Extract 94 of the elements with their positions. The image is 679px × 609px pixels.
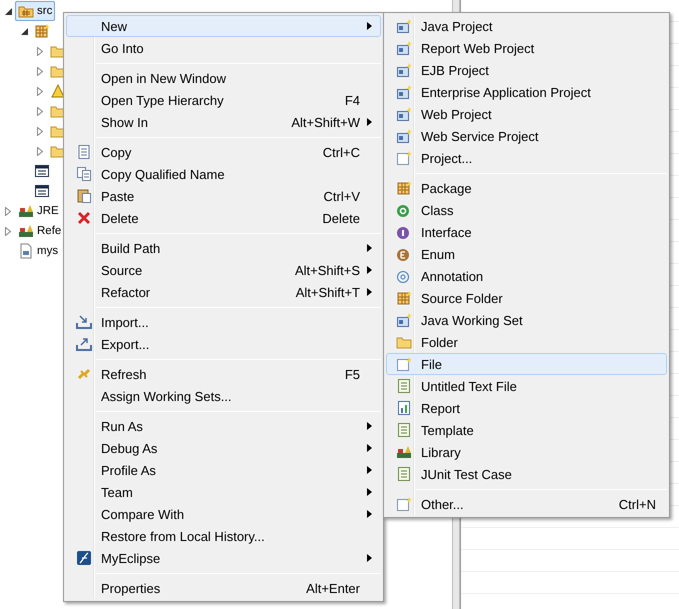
file-icon — [18, 243, 34, 259]
class-icon — [396, 202, 412, 218]
menu-item[interactable]: Annotation — [386, 265, 667, 287]
expanded-arrow-icon[interactable] — [20, 28, 28, 34]
refresh-icon — [76, 366, 92, 382]
table-icon — [34, 183, 50, 199]
menu-item[interactable]: Other... Ctrl+N — [386, 493, 667, 515]
menu-item[interactable]: Source Folder — [386, 287, 667, 309]
menu-item[interactable]: MyEclipse — [66, 547, 381, 569]
project-icon — [396, 106, 412, 122]
menu-item[interactable]: Report — [386, 397, 667, 419]
new-file-icon — [396, 356, 412, 372]
menu-item[interactable]: Source Alt+Shift+S — [66, 259, 381, 281]
menu-item[interactable]: Template — [386, 419, 667, 441]
library-icon — [18, 223, 34, 239]
menu-item[interactable]: Profile As — [66, 459, 381, 481]
menu-item[interactable]: Java Project — [386, 15, 667, 37]
menu-item[interactable]: Run As — [66, 415, 381, 437]
menu-item[interactable]: Assign Working Sets... — [66, 385, 381, 407]
menu-item[interactable]: Open in New Window — [66, 67, 381, 89]
document-icon — [396, 466, 412, 482]
menu-item[interactable]: Show In Alt+Shift+W — [66, 111, 381, 133]
menu-item[interactable]: Class — [386, 199, 667, 221]
expanded-arrow-icon[interactable] — [4, 8, 12, 14]
menu-item[interactable]: Compare With — [66, 503, 381, 525]
menu-item[interactable]: Package — [386, 177, 667, 199]
menu-item[interactable]: Team — [66, 481, 381, 503]
interface-icon — [396, 224, 412, 240]
menu-item[interactable]: Copy Ctrl+C — [66, 141, 381, 163]
delete-icon — [76, 210, 92, 226]
collapsed-arrow-icon[interactable] — [37, 86, 43, 96]
document-icon — [396, 422, 412, 438]
annotation-icon — [396, 268, 412, 284]
import-icon — [76, 314, 92, 330]
menu-item[interactable]: Import... — [66, 311, 381, 333]
package-icon — [396, 180, 412, 196]
tree-item[interactable]: mys — [15, 241, 62, 261]
menu-item[interactable]: Library — [386, 441, 667, 463]
menu-item[interactable]: Go Into — [66, 37, 381, 59]
library-icon — [396, 444, 412, 460]
menu-item[interactable]: Web Project — [386, 103, 667, 125]
collapsed-arrow-icon[interactable] — [37, 146, 43, 156]
menu-item[interactable]: Web Service Project — [386, 125, 667, 147]
menu-item[interactable]: Folder — [386, 331, 667, 353]
menu-item[interactable]: Open Type Hierarchy F4 — [66, 89, 381, 111]
project-icon — [396, 312, 412, 328]
menu-item[interactable]: Java Working Set — [386, 309, 667, 331]
collapsed-arrow-icon[interactable] — [5, 206, 11, 216]
collapsed-arrow-icon[interactable] — [37, 106, 43, 116]
package-icon — [34, 23, 50, 39]
project-icon — [396, 128, 412, 144]
project-icon — [396, 18, 412, 34]
tree-item[interactable]: Refe — [15, 221, 64, 241]
menu-item[interactable]: EJB Project — [386, 59, 667, 81]
copy-icon — [76, 166, 92, 182]
collapsed-arrow-icon[interactable] — [37, 66, 43, 76]
warning-icon — [50, 83, 66, 99]
menu-item[interactable]: Restore from Local History... — [66, 525, 381, 547]
menu-item[interactable]: JUnit Test Case — [386, 463, 667, 485]
menu-item[interactable]: Untitled Text File — [386, 375, 667, 397]
report-icon — [396, 400, 412, 416]
menu-item[interactable]: Export... — [66, 333, 381, 355]
copy-icon — [76, 144, 92, 160]
collapsed-arrow-icon[interactable] — [37, 126, 43, 136]
menu-item[interactable]: Copy Qualified Name — [66, 163, 381, 185]
menu-item[interactable]: Properties Alt+Enter — [66, 577, 381, 599]
collapsed-arrow-icon[interactable] — [5, 226, 11, 236]
enum-icon — [396, 246, 412, 262]
menu-item[interactable]: Enterprise Application Project — [386, 81, 667, 103]
menu-item[interactable]: Enum — [386, 243, 667, 265]
menu-item[interactable]: Paste Ctrl+V — [66, 185, 381, 207]
project-icon — [396, 84, 412, 100]
tree-item[interactable]: src — [15, 1, 56, 21]
document-icon — [396, 378, 412, 394]
menu-item[interactable]: Report Web Project — [386, 37, 667, 59]
project-icon — [396, 40, 412, 56]
menu-item[interactable]: New — [66, 15, 381, 37]
tree-item[interactable]: JRE — [15, 201, 62, 221]
table-icon — [34, 163, 50, 179]
package-icon — [396, 290, 412, 306]
myeclipse-icon — [76, 550, 92, 566]
project-icon — [396, 62, 412, 78]
menu-item[interactable]: Project... — [386, 147, 667, 169]
menu-item[interactable]: Delete Delete — [66, 207, 381, 229]
menu-item[interactable]: File — [386, 353, 667, 375]
menu-item[interactable]: Build Path — [66, 237, 381, 259]
menu-item[interactable]: Refactor Alt+Shift+T — [66, 281, 381, 303]
library-icon — [18, 203, 34, 219]
menu-item[interactable]: Debug As — [66, 437, 381, 459]
collapsed-arrow-icon[interactable] — [37, 46, 43, 56]
menu-item[interactable]: Refresh F5 — [66, 363, 381, 385]
clipboard-icon — [76, 188, 92, 204]
menu-item[interactable]: Interface — [386, 221, 667, 243]
export-icon — [76, 336, 92, 352]
